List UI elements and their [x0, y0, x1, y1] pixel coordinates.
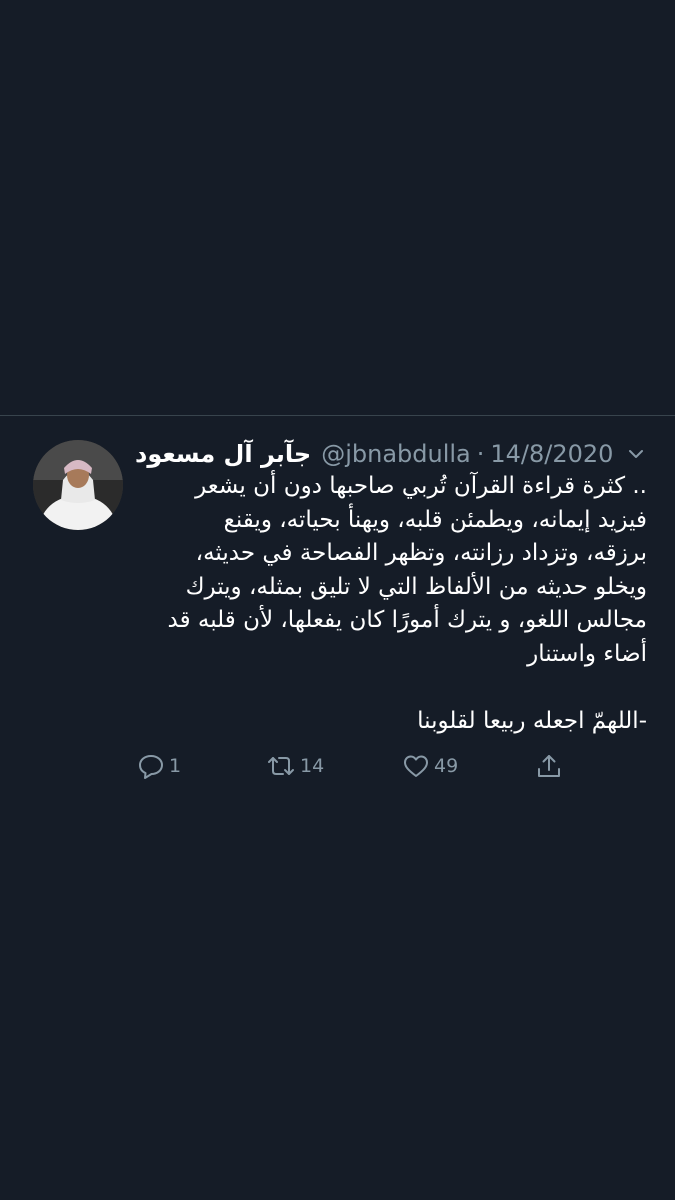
- tweet-actions: 1 14 49: [0, 750, 675, 782]
- tweet-header: جآبر آل مسعود @jbnabdulla · 14/8/2020: [135, 434, 613, 474]
- tweet-text-line: برزقه، وتزداد رزانته، وتظهر الفصاحة في ح…: [195, 540, 647, 566]
- retweet-count: 14: [300, 755, 325, 777]
- tweet-text: .. كثرة قراءة القرآن تُربي صاحبها دون أن…: [135, 470, 648, 738]
- like-count: 49: [434, 755, 459, 777]
- tweet-text-line: فيزيد إيمانه، ويطمئن قلبه، ويهنأ بحياته،…: [223, 506, 647, 533]
- like-button[interactable]: 49: [402, 750, 458, 782]
- user-handle[interactable]: @jbnabdulla: [321, 440, 471, 468]
- heart-icon: [404, 755, 428, 777]
- tweet-text-line: مجالس اللغو، و يترك أمورًا كان يفعلها، ل…: [167, 607, 648, 633]
- retweet-icon: [268, 757, 294, 775]
- tweet-text-line: أضاء واستنار: [527, 640, 647, 667]
- tweet-text-line: .. كثرة قراءة القرآن تُربي صاحبها دون أن…: [195, 473, 647, 499]
- tweet-text-line: ويخلو حديثه من الألفاظ التي لا تليق بمثل…: [185, 573, 647, 600]
- share-button[interactable]: [535, 750, 563, 782]
- chevron-down-icon: [629, 450, 643, 458]
- retweet-button[interactable]: 14: [266, 750, 324, 782]
- share-icon: [538, 755, 560, 777]
- header-separator: ·: [476, 440, 485, 468]
- display-name[interactable]: جآبر آل مسعود: [135, 440, 311, 468]
- tweet-date[interactable]: 14/8/2020: [490, 440, 613, 468]
- top-divider: [0, 415, 675, 416]
- avatar-image: [33, 440, 123, 530]
- tweet-menu-button[interactable]: [624, 444, 648, 464]
- reply-count: 1: [169, 755, 182, 777]
- reply-button[interactable]: 1: [137, 750, 181, 782]
- reply-bubble-icon: [139, 755, 163, 779]
- tweet-closing-line: -اللهمّ اجعله ربيعا لقلوبنا: [417, 707, 647, 734]
- avatar[interactable]: [33, 440, 123, 530]
